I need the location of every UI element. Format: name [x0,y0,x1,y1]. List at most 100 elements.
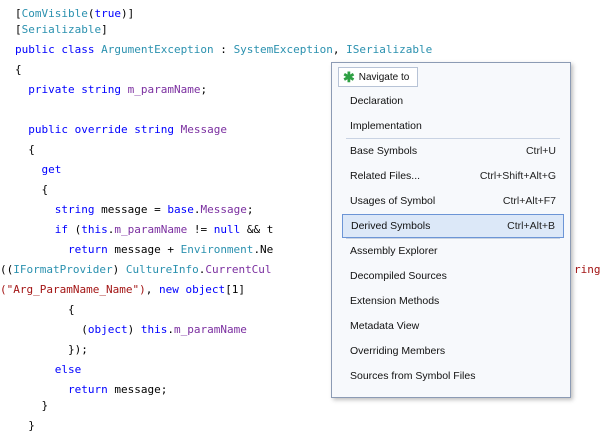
navigate-to-popup: ✱ Navigate to Declaration Implementation B… [331,62,571,398]
code-token: return [15,383,115,396]
code-token: CultureInfo [125,263,199,276]
code-token: ArgumentException [101,43,214,56]
code-token: ) [112,263,126,276]
code-token: ( [15,323,88,336]
code-token: ("Arg_ParamName_Name") [0,283,146,296]
menu-item-assembly-explorer[interactable]: Assembly Explorer [342,239,564,263]
code-token: message = [101,203,168,216]
code-token: (( [0,263,14,276]
code-token: get [15,163,62,176]
code-token: message + [114,243,181,256]
code-line: return message + Environment.Ne [15,240,273,260]
code-line: string message = base.Message; [15,200,254,220]
code-line: { [15,60,22,80]
code-token: string [15,203,102,216]
menu-item-metadata-view[interactable]: Metadata View [342,314,564,338]
menu-item-label: Related Files... [350,170,421,182]
menu-item-label: Decompiled Sources [350,270,447,282]
code-token: Serializable [21,23,102,36]
code-line: public class ArgumentException : SystemE… [15,40,432,60]
code-token: { [15,143,35,156]
menu-item-extension-methods[interactable]: Extension Methods [342,289,564,313]
code-line: ("Arg_ParamName_Name"), new object[1] [0,280,245,300]
popup-title: Navigate to [358,71,410,83]
code-token: . [167,323,174,336]
code-token: )] [120,7,135,20]
menu-item-label: Usages of Symbol [350,195,436,207]
code-line: } [15,416,35,436]
code-token: ISerializable [346,43,433,56]
menu-item-label: Implementation [350,120,422,132]
menu-item-shortcut: Ctrl+Alt+B [507,220,555,232]
code-token: object [87,323,128,336]
code-line: private string m_paramName; [15,80,207,100]
code-token: private string [15,83,128,96]
code-line: ((IFormatProvider) CultureInfo.CurrentCu… [0,260,272,280]
code-line: } [15,396,48,416]
code-token: { [15,183,49,196]
menu-item-overriding-members[interactable]: Overriding Members [342,339,564,363]
code-token: IFormatProvider [13,263,113,276]
menu-item-shortcut: Ctrl+Alt+F7 [502,195,556,207]
code-token: } [15,399,49,412]
code-token: null [213,223,241,236]
menu-item-label: Derived Symbols [351,220,431,232]
code-token: m_paramName [114,223,188,236]
menu-item-derived-symbols[interactable]: Derived Symbols Ctrl+Alt+B [342,214,564,238]
code-token: .Ne [253,243,274,256]
menu-item-label: Assembly Explorer [350,245,438,257]
code-token: return [15,243,115,256]
code-token: this [81,223,108,236]
menu-item-label: Extension Methods [350,295,440,307]
menu-item-implementation[interactable]: Implementation [342,114,564,138]
code-token: } [15,419,35,432]
code-token: , [145,283,159,296]
code-token: m_paramName [127,83,201,96]
menu-item-label: Metadata View [350,320,420,332]
code-token: Environment [180,243,254,256]
code-token: else [15,363,82,376]
code-line: public override string Message [15,120,227,140]
code-line: }); [15,340,88,360]
menu-item-related-files[interactable]: Related Files... Ctrl+Shift+Alt+G [342,164,564,188]
code-token: [ [15,7,22,20]
popup-title-tab: ✱ Navigate to [338,67,419,87]
code-line: if (this.m_paramName != null && t [15,220,274,240]
code-token: public override string [15,123,181,136]
code-line: [Serializable] [15,20,108,40]
menu-item-decompiled-sources[interactable]: Decompiled Sources [342,264,564,288]
code-token: ; [200,83,208,96]
code-token: [1] [225,283,246,296]
menu-item-label: Base Symbols [350,145,418,157]
menu-item-label: Sources from Symbol Files [350,370,476,382]
code-token: { [15,303,75,316]
menu-item-label: Declaration [350,95,404,107]
code-token: ComVisible [21,7,88,20]
code-line: { [15,300,75,320]
code-token: ; [246,203,254,216]
code-token: && t [240,223,274,236]
code-token: ] [101,23,108,36]
menu-item-base-symbols[interactable]: Base Symbols Ctrl+U [342,139,564,163]
menu-item-sources-from-symbol-files[interactable]: Sources from Symbol Files [342,364,564,388]
code-token: public class [15,43,102,56]
code-token: this [140,323,168,336]
code-token: true [94,7,121,20]
resharper-asterisk-icon: ✱ [343,69,355,85]
menu-item-declaration[interactable]: Declaration [342,89,564,113]
code-line: { [15,180,48,200]
menu-item-shortcut: Ctrl+Shift+Alt+G [479,170,556,182]
code-token: ) [127,323,141,336]
menu-item-usages-of-symbol[interactable]: Usages of Symbol Ctrl+Alt+F7 [342,189,564,213]
code-token: SystemException [233,43,333,56]
code-token: : [213,43,234,56]
code-token: new object [158,283,226,296]
code-line: { [15,140,35,160]
code-token: [ [15,23,22,36]
menu-item-shortcut: Ctrl+U [525,145,556,157]
code-token: != [187,223,214,236]
code-token: ring [574,263,601,276]
code-line: (object) this.m_paramName [15,320,247,340]
code-token: message; [114,383,168,396]
code-token: Message [180,123,227,136]
